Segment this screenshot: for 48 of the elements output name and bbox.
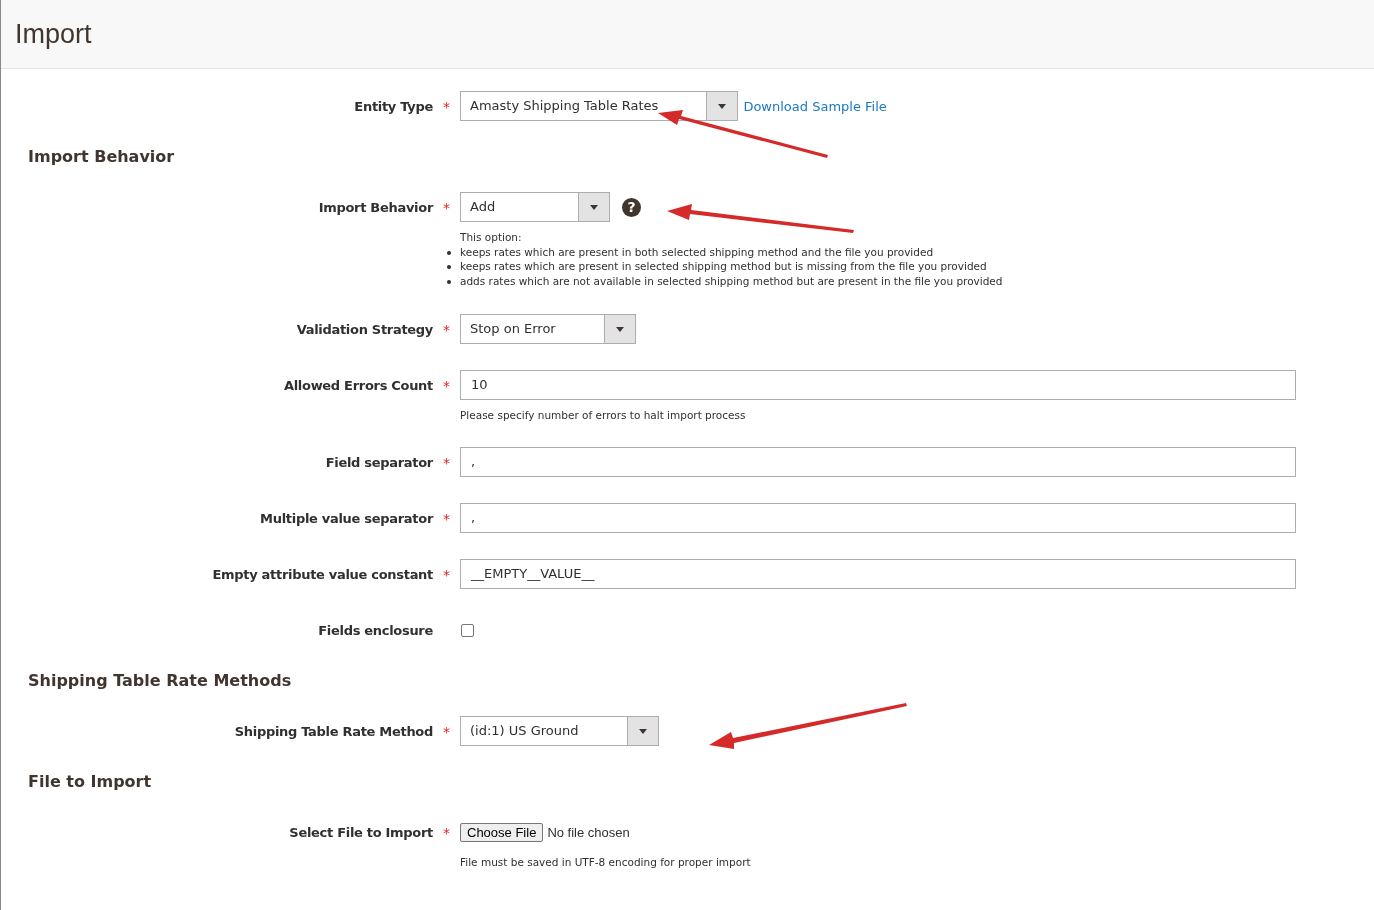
input-field[interactable]: __EMPTY__VALUE__	[460, 559, 1296, 589]
required-asterisk: *	[443, 723, 450, 740]
page-title: Import	[15, 18, 92, 50]
required-asterisk: *	[443, 321, 450, 338]
input-field[interactable]: 10	[460, 370, 1296, 400]
required-asterisk: *	[443, 199, 450, 216]
caret-icon	[615, 326, 624, 332]
note-item: adds rates which are not available in selected shipping method but are present in the file you provided	[460, 274, 1003, 287]
field-label: Entity Type	[354, 98, 433, 114]
caret-icon	[590, 204, 598, 210]
select-dropdown[interactable]: Add	[460, 192, 610, 222]
select-dropdown[interactable]: (id:1) US Ground	[460, 716, 659, 746]
section-heading: File to Import	[28, 772, 153, 791]
field-label: Fields enclosure	[318, 622, 433, 638]
required-asterisk: *	[443, 510, 450, 527]
field-note: File must be saved in UTF-8 encoding for proper import	[460, 856, 752, 868]
required-asterisk: *	[443, 377, 450, 394]
choose-file-button[interactable]: Choose File	[460, 822, 544, 842]
bullet-dot	[447, 279, 451, 284]
select-dropdown[interactable]: Stop on Error	[460, 314, 636, 344]
checkbox[interactable]	[461, 623, 474, 637]
bullet-dot	[447, 265, 451, 269]
input-field[interactable]: ,	[460, 447, 1296, 477]
download-link[interactable]: Download Sample File	[743, 98, 887, 114]
field-label: Import Behavior	[318, 199, 433, 215]
help-icon[interactable]: ?	[622, 197, 641, 217]
required-asterisk: *	[443, 566, 450, 583]
section-heading: Shipping Table Rate Methods	[28, 671, 293, 690]
input-field[interactable]: ,	[460, 503, 1296, 533]
field-label: Shipping Table Rate Method	[234, 723, 433, 739]
section-heading: Import Behavior	[28, 147, 176, 166]
field-label: Allowed Errors Count	[283, 377, 433, 393]
field-label: Validation Strategy	[296, 321, 433, 337]
required-asterisk: *	[443, 98, 450, 115]
field-note: Please specify number of errors to halt import process	[460, 409, 747, 421]
note-item: keeps rates which are present in selected shipping method but is missing from the file you provided	[460, 260, 987, 272]
caret-icon	[638, 728, 647, 734]
required-asterisk: *	[443, 824, 450, 841]
caret-icon	[718, 103, 727, 109]
note-item: keeps rates which are present in both selected shipping method and the file you provided	[460, 245, 934, 258]
field-label: Field separator	[325, 454, 433, 470]
required-asterisk: *	[443, 454, 450, 471]
bullet-dot	[447, 250, 451, 255]
field-label: Empty attribute value constant	[212, 566, 433, 582]
file-status: No file chosen	[547, 824, 630, 840]
field-label: Multiple value separator	[260, 510, 433, 526]
field-label: Select File to Import	[289, 824, 433, 840]
note-text: This option:	[460, 230, 523, 245]
